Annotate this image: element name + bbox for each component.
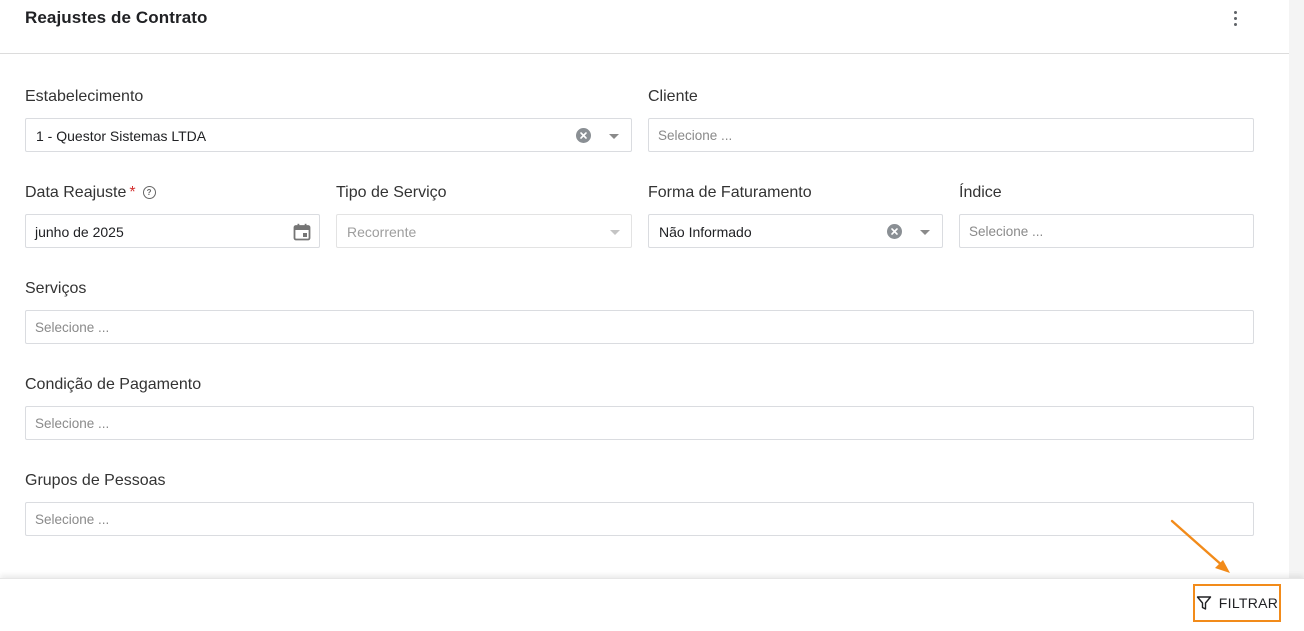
- estabelecimento-value: 1 - Questor Sistemas LTDA: [36, 128, 207, 144]
- filter-button[interactable]: FILTRAR: [1193, 584, 1281, 622]
- help-icon[interactable]: ?: [142, 186, 156, 199]
- condicao-pagamento-select[interactable]: Selecione ...: [25, 406, 1254, 440]
- condicao-pagamento-placeholder: Selecione ...: [35, 416, 110, 431]
- filter-label: FILTRAR: [1218, 595, 1279, 611]
- forma-faturamento-value: Não Informado: [659, 224, 752, 240]
- grupos-pessoas-label: Grupos de Pessoas: [25, 472, 166, 489]
- cliente-select[interactable]: Selecione ...: [648, 118, 1254, 152]
- tipo-servico-label: Tipo de Serviço: [336, 184, 447, 201]
- condicao-pagamento-label: Condição de Pagamento: [25, 376, 202, 393]
- servicos-placeholder: Selecione ...: [35, 320, 110, 335]
- forma-faturamento-select[interactable]: Não Informado: [648, 214, 943, 248]
- indice-placeholder: Selecione ...: [969, 224, 1044, 239]
- data-reajuste-value: junho de 2025: [35, 224, 124, 240]
- estabelecimento-label: Estabelecimento: [25, 88, 144, 105]
- data-reajuste-label-text: Data Reajuste: [25, 184, 127, 201]
- grupos-pessoas-select[interactable]: Selecione ...: [25, 502, 1254, 536]
- annotation-arrow-icon: [1170, 519, 1230, 573]
- forma-faturamento-label: Forma de Faturamento: [648, 184, 812, 201]
- chevron-down-icon[interactable]: [609, 134, 619, 139]
- indice-select[interactable]: Selecione ...: [959, 214, 1254, 248]
- filter-icon: [1196, 596, 1211, 610]
- page-title: Reajustes de Contrato: [25, 8, 208, 27]
- indice-label: Índice: [959, 184, 1002, 201]
- page-header: Reajustes de Contrato: [0, 0, 1289, 54]
- data-reajuste-picker[interactable]: junho de 2025: [25, 214, 320, 248]
- footer-bar: [0, 578, 1304, 631]
- cliente-label: Cliente: [648, 88, 698, 105]
- cliente-placeholder: Selecione ...: [658, 128, 733, 143]
- scroll-gutter: [1289, 0, 1304, 578]
- servicos-label: Serviços: [25, 280, 87, 297]
- chevron-down-icon: [610, 230, 620, 235]
- calendar-icon[interactable]: [293, 223, 311, 241]
- chevron-down-icon[interactable]: [920, 230, 930, 235]
- estabelecimento-select[interactable]: 1 - Questor Sistemas LTDA: [25, 118, 632, 152]
- more-vert-icon[interactable]: [1224, 6, 1246, 30]
- servicos-select[interactable]: Selecione ...: [25, 310, 1254, 344]
- grupos-pessoas-placeholder: Selecione ...: [35, 512, 110, 527]
- tipo-servico-select: Recorrente: [336, 214, 632, 248]
- clear-icon[interactable]: [887, 224, 902, 239]
- required-mark: *: [129, 184, 136, 201]
- clear-icon[interactable]: [576, 128, 591, 143]
- tipo-servico-value: Recorrente: [347, 224, 417, 240]
- data-reajuste-label: Data Reajuste *?: [25, 184, 156, 202]
